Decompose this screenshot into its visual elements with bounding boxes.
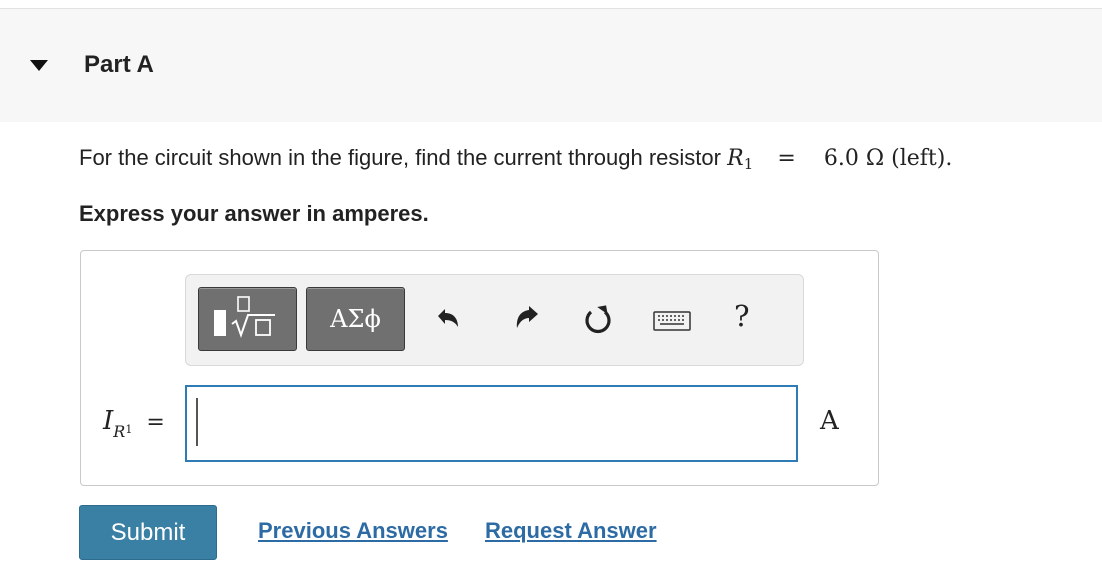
resistor-subscript: 1 bbox=[743, 155, 754, 173]
submit-button[interactable]: Submit bbox=[79, 505, 217, 560]
previous-answers-link[interactable]: Previous Answers bbox=[258, 518, 448, 544]
help-button[interactable]: ? bbox=[734, 299, 750, 333]
answer-input[interactable] bbox=[185, 385, 798, 462]
collapse-triangle-icon[interactable] bbox=[30, 60, 48, 71]
equals-sign: = bbox=[777, 146, 796, 171]
part-header: Part A bbox=[0, 9, 1102, 122]
text-cursor bbox=[196, 398, 198, 446]
templates-icon bbox=[214, 296, 275, 338]
resistor-symbol: R bbox=[727, 146, 744, 171]
resistor-value: 6.0 Ω (left). bbox=[823, 146, 953, 171]
reset-icon[interactable] bbox=[581, 303, 615, 337]
question-text: For the circuit shown in the figure, fin… bbox=[79, 145, 952, 173]
templates-button[interactable] bbox=[198, 287, 297, 351]
part-title: Part A bbox=[84, 51, 154, 78]
undo-icon[interactable] bbox=[432, 303, 462, 333]
keyboard-icon[interactable] bbox=[653, 311, 691, 331]
variable-symbol: I bbox=[103, 406, 114, 436]
answer-instruction: Express your answer in amperes. bbox=[79, 201, 429, 226]
variable-sub-subscript: 1 bbox=[125, 423, 133, 436]
question-prompt: For the circuit shown in the figure, fin… bbox=[79, 145, 721, 170]
greek-symbols-button[interactable]: ΑΣϕ bbox=[306, 287, 405, 351]
variable-subscript: R bbox=[113, 422, 126, 441]
answer-variable-label: IR1 = bbox=[103, 406, 165, 441]
redo-icon[interactable] bbox=[512, 303, 542, 333]
unit-label: A bbox=[820, 406, 839, 436]
math-toolbar: ΑΣϕ ? bbox=[185, 274, 804, 366]
request-answer-link[interactable]: Request Answer bbox=[485, 518, 657, 544]
answer-equals-sign: = bbox=[146, 410, 165, 435]
answer-panel: ΑΣϕ ? IR1 = A bbox=[80, 250, 879, 486]
